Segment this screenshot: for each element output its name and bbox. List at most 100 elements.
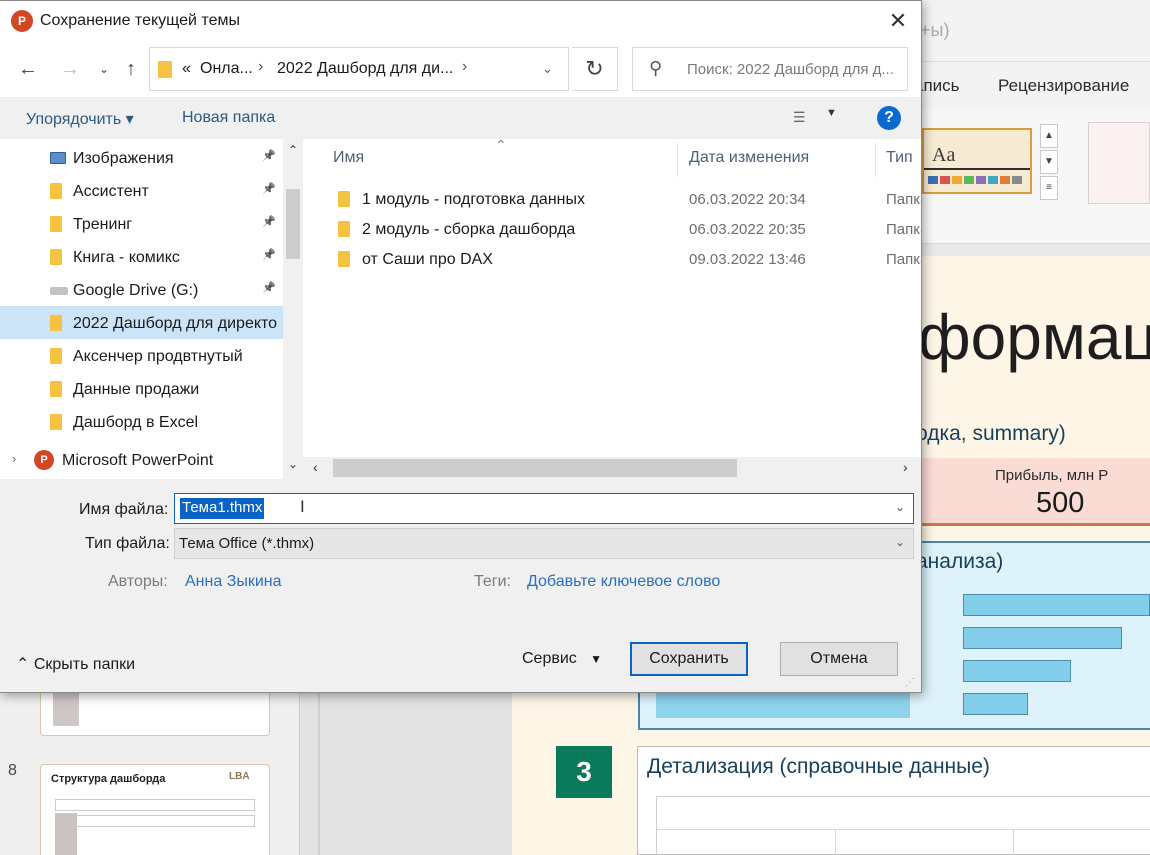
nav-item-label: Книга - комикс — [73, 249, 180, 266]
gallery-down-icon[interactable]: ▼ — [1040, 150, 1058, 174]
nav-item-label: Изображения — [73, 150, 174, 167]
scroll-right-icon[interactable]: › — [903, 459, 908, 475]
file-type: Папка — [886, 221, 921, 238]
recent-locations-chevron-icon[interactable]: ⌄ — [91, 55, 117, 83]
theme-color-swatches — [928, 176, 1022, 184]
scrollbar-thumb[interactable] — [286, 189, 300, 259]
editor-gutter — [300, 692, 512, 855]
breadcrumb-online[interactable]: Онла... — [200, 60, 253, 78]
nav-item[interactable]: Изображения 📌 — [0, 141, 283, 174]
nav-item[interactable]: 2022 Дашборд для директо — [0, 306, 283, 339]
powerpoint-icon: P — [34, 450, 54, 470]
scroll-down-icon[interactable]: ⌄ — [285, 457, 301, 471]
column-header-date[interactable]: Дата изменения — [689, 149, 809, 167]
search-box[interactable]: ⚲ Поиск: 2022 Дашборд для д... — [632, 47, 908, 91]
resize-grip-icon[interactable]: ⋰ — [905, 677, 915, 688]
nav-item[interactable]: Дашборд в Excel — [0, 405, 283, 438]
column-header-type[interactable]: Тип — [886, 149, 913, 167]
theme-gallery-item[interactable]: Aa — [922, 128, 1032, 194]
nav-item[interactable]: Google Drive (G:) 📌 — [0, 273, 283, 306]
pin-icon[interactable]: 📌 — [262, 215, 276, 228]
close-icon[interactable]: ✕ — [884, 7, 912, 35]
view-dropdown-icon[interactable]: ▼ — [826, 107, 837, 119]
slide-thumbnail-7[interactable] — [40, 690, 270, 736]
slide-thumbnail-8[interactable]: Структура дашборда LBA — [40, 764, 270, 855]
view-options-icon[interactable]: ☰ — [793, 109, 815, 127]
nav-item[interactable]: Тренинг 📌 — [0, 207, 283, 240]
text-cursor-icon: I — [300, 497, 305, 516]
kpi-label: Прибыль, млн Р — [995, 467, 1109, 484]
filetype-value[interactable]: Тема Office (*.thmx) — [179, 535, 314, 552]
hide-folders-button[interactable]: ⌃ Скрыть папки — [16, 654, 135, 674]
authors-field[interactable]: Анна Зыкина — [185, 573, 282, 591]
pin-icon[interactable]: 📌 — [262, 149, 276, 162]
color-swatch — [1000, 176, 1010, 184]
column-divider[interactable] — [875, 143, 876, 177]
file-date: 06.03.2022 20:34 — [689, 191, 806, 208]
scroll-up-icon[interactable]: ⌃ — [285, 143, 301, 157]
pin-icon[interactable]: 📌 — [262, 281, 276, 294]
filename-selected-text[interactable]: Тема1.thmx — [180, 498, 265, 519]
forward-arrow-icon[interactable]: → — [57, 55, 83, 83]
file-row[interactable]: от Саши про DAX 09.03.2022 13:46 Папка — [303, 245, 921, 275]
bar — [963, 660, 1071, 682]
thumb-logo: LBA — [229, 771, 250, 782]
column-header-name[interactable]: Имя — [333, 149, 364, 167]
back-arrow-icon[interactable]: ← — [15, 55, 41, 83]
folder-icon — [338, 191, 350, 207]
expand-chevron-icon[interactable]: › — [12, 451, 16, 466]
address-dropdown-icon[interactable]: ⌄ — [542, 61, 553, 77]
scrollbar-thumb[interactable] — [333, 459, 737, 477]
nav-item[interactable]: Книга - комикс 📌 — [0, 240, 283, 273]
file-row[interactable]: 1 модуль - подготовка данных 06.03.2022 2… — [303, 185, 921, 215]
tab-review[interactable]: Рецензирование — [998, 76, 1129, 96]
section1-title: одка, summary) — [916, 422, 1066, 445]
organize-button[interactable]: Упорядочить ▾ — [26, 109, 134, 129]
refresh-icon[interactable]: ↻ — [572, 47, 618, 91]
detail-table — [656, 796, 1150, 855]
filename-field[interactable]: Тема1.thmx I ⌄ — [174, 493, 914, 524]
help-icon[interactable]: ? — [877, 106, 901, 130]
column-divider[interactable] — [677, 143, 678, 177]
address-overflow[interactable]: « — [182, 60, 191, 78]
theme-gallery-item-2[interactable] — [1088, 122, 1150, 204]
search-input[interactable]: Поиск: 2022 Дашборд для д... — [687, 61, 905, 78]
tags-field[interactable]: Добавьте ключевое слово — [527, 573, 720, 591]
folder-icon — [50, 216, 62, 232]
tools-menu-button[interactable]: Сервис ▼ — [522, 650, 602, 668]
cancel-button[interactable]: Отмена — [780, 642, 898, 676]
save-button[interactable]: Сохранить — [630, 642, 748, 676]
color-swatch — [1012, 176, 1022, 184]
tools-label: Сервис — [522, 650, 577, 667]
up-arrow-icon[interactable]: ↑ — [118, 55, 144, 83]
folder-icon — [338, 251, 350, 267]
breadcrumb-dashboard[interactable]: 2022 Дашборд для ди... — [277, 60, 453, 78]
filetype-select[interactable]: Тема Office (*.thmx) ⌄ — [174, 528, 914, 559]
breadcrumb-separator[interactable]: › — [462, 58, 467, 76]
gallery-more-icon[interactable]: ≡ — [1040, 176, 1058, 200]
breadcrumb-separator[interactable]: › — [258, 58, 263, 76]
color-swatch — [940, 176, 950, 184]
filename-dropdown-icon[interactable]: ⌄ — [895, 500, 905, 514]
nav-item[interactable]: Аксенчер продвтнутый — [0, 339, 283, 372]
nav-item[interactable]: Ассистент 📌 — [0, 174, 283, 207]
nav-item-label: 2022 Дашборд для директо — [73, 315, 278, 332]
nav-item[interactable]: Данные продажи — [0, 372, 283, 405]
navigation-scrollbar[interactable]: ⌃ ⌄ — [283, 139, 303, 479]
gallery-up-icon[interactable]: ▲ — [1040, 124, 1058, 148]
file-date: 09.03.2022 13:46 — [689, 251, 806, 268]
new-folder-button[interactable]: Новая папка — [182, 109, 275, 127]
section-number-badge: 3 — [556, 746, 612, 798]
scroll-left-icon[interactable]: ‹ — [313, 459, 318, 475]
ribbon-tabs: апись Рецензирование — [900, 62, 1150, 108]
window-title-fragment: +ы) — [920, 20, 950, 40]
thumb-title: Структура дашборда — [51, 773, 166, 785]
pin-icon[interactable]: 📌 — [262, 248, 276, 261]
nav-item[interactable]: › P Microsoft PowerPoint — [0, 443, 283, 476]
pin-icon[interactable]: 📌 — [262, 182, 276, 195]
theme-gallery-scroll[interactable]: ▲ ▼ ≡ — [1040, 124, 1060, 202]
filetype-dropdown-icon[interactable]: ⌄ — [895, 535, 905, 549]
address-bar[interactable]: « Онла... › 2022 Дашборд для ди... › ⌄ — [149, 47, 569, 91]
file-list-horizontal-scrollbar[interactable]: ‹ › — [303, 457, 921, 479]
file-row[interactable]: 2 модуль - сборка дашборда 06.03.2022 20:… — [303, 215, 921, 245]
